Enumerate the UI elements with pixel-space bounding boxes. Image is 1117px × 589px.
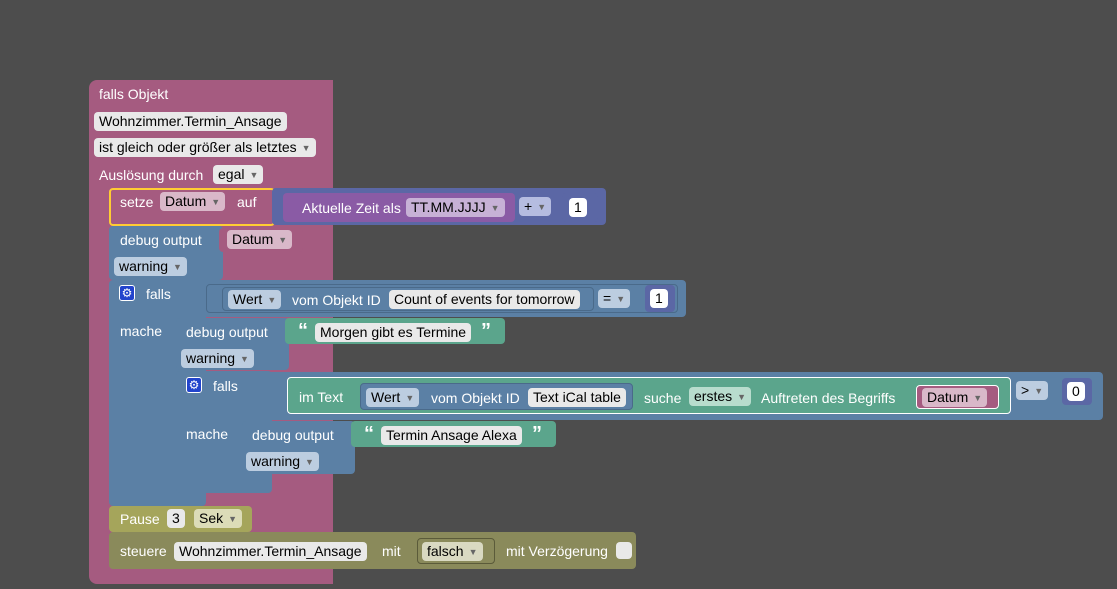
if1-do-label: mache	[120, 323, 163, 339]
pause-unit-dropdown[interactable]: Sek ▼	[194, 509, 243, 528]
chevron-down-icon: ▼	[537, 202, 547, 212]
control-value: falsch	[427, 543, 464, 559]
chevron-down-icon: ▼	[240, 354, 249, 364]
control-delay-label: mit Verzögerung	[506, 543, 608, 559]
gear-icon[interactable]: ⚙	[186, 377, 202, 393]
chevron-down-icon: ▼	[249, 170, 259, 180]
debug1-var-dropdown[interactable]: Datum ▼	[227, 230, 293, 249]
if2-occurrence-dropdown[interactable]: erstes ▼	[689, 387, 752, 406]
set-label: setze	[120, 194, 154, 210]
chevron-down-icon: ▼	[305, 457, 314, 467]
if2-prop-value: Wert	[371, 389, 401, 405]
debug2-level-dropdown[interactable]: warning ▼	[181, 349, 254, 368]
if2-op-dropdown[interactable]: > ▼	[1016, 381, 1049, 400]
chevron-down-icon: ▼	[301, 143, 311, 153]
if2-do-label: mache	[186, 426, 229, 442]
if1-prop-dropdown[interactable]: Wert ▼	[228, 290, 282, 309]
trigger-condition-dropdown[interactable]: ist gleich oder größer als letztes ▼	[94, 138, 316, 157]
control-with-label: mit	[382, 543, 401, 559]
chevron-down-icon: ▼	[973, 393, 983, 403]
time-format-value: TT.MM.JJJJ	[411, 199, 486, 215]
trigger-condition-value: ist gleich oder größer als letztes	[99, 139, 297, 155]
if2-op-value: >	[1021, 382, 1030, 398]
to-label: auf	[237, 194, 257, 210]
chevron-down-icon: ▼	[737, 392, 747, 402]
trigger-object-field[interactable]: Wohnzimmer.Termin_Ansage	[94, 112, 287, 131]
debug1-var-value: Datum	[232, 231, 274, 247]
if2-search-label: suche	[644, 390, 682, 406]
if2-term-dropdown[interactable]: Datum ▼	[922, 388, 988, 407]
if1-label: falls	[146, 286, 171, 302]
chevron-down-icon: ▼	[490, 203, 500, 213]
control-object-field[interactable]: Wohnzimmer.Termin_Ansage	[174, 542, 367, 561]
debug1-label: debug output	[120, 232, 202, 248]
debug2-level-value: warning	[186, 350, 236, 366]
chevron-down-icon: ▼	[1034, 386, 1044, 396]
ack-dropdown[interactable]: egal ▼	[213, 165, 264, 184]
set-variable-dropdown[interactable]: Datum ▼	[160, 192, 226, 211]
time-label: Aktuelle Zeit als	[302, 200, 401, 216]
delay-checkbox[interactable]	[616, 542, 632, 559]
time-format-dropdown[interactable]: TT.MM.JJJJ ▼	[406, 198, 505, 217]
chevron-down-icon: ▼	[211, 197, 221, 207]
chevron-down-icon: ▼	[616, 294, 626, 304]
if1-prop-value: Wert	[233, 291, 263, 307]
pause-unit-value: Sek	[199, 510, 224, 526]
math-op-value: +	[524, 198, 533, 214]
pause-label: Pause	[120, 511, 160, 527]
control-label: steuere	[120, 543, 167, 559]
chevron-down-icon: ▼	[405, 393, 415, 403]
chevron-down-icon: ▼	[468, 547, 478, 557]
math-op-dropdown[interactable]: + ▼	[519, 197, 552, 216]
close-quote-icon: ”	[532, 423, 542, 445]
trigger-header: falls Objekt	[99, 86, 169, 102]
ack-label: Auslösung durch	[99, 167, 204, 183]
set-variable-value: Datum	[165, 193, 207, 209]
if2-occurrence-label: Auftreten des Begriffs	[761, 390, 896, 406]
chevron-down-icon: ▼	[278, 235, 288, 245]
chevron-down-icon: ▼	[173, 262, 182, 272]
debug3-level-value: warning	[251, 453, 301, 469]
if2-object-field[interactable]: Text iCal table	[528, 388, 626, 407]
debug2-text-field[interactable]: Morgen gibt es Termine	[315, 323, 472, 342]
if1-object-field[interactable]: Count of events for tomorrow	[389, 290, 580, 309]
ack-value: egal	[218, 166, 245, 182]
if2-label: falls	[213, 378, 238, 394]
pause-value-field[interactable]: 3	[167, 509, 185, 528]
debug1-level-value: warning	[119, 258, 169, 274]
amount-field[interactable]: 1	[569, 198, 587, 217]
debug1-level-dropdown[interactable]: warning ▼	[114, 257, 187, 276]
if1-value-field[interactable]: 1	[650, 289, 668, 308]
if2-from-label: vom Objekt ID	[431, 390, 520, 406]
close-quote-icon: ”	[481, 320, 491, 342]
debug2-label: debug output	[186, 324, 268, 340]
if1-op-value: =	[603, 290, 612, 306]
if1-from-label: vom Objekt ID	[292, 292, 381, 308]
if2-prop-dropdown[interactable]: Wert ▼	[366, 388, 420, 407]
open-quote-icon: “	[364, 423, 374, 445]
if2-occurrence-value: erstes	[694, 388, 733, 404]
debug3-text-field[interactable]: Termin Ansage Alexa	[381, 426, 522, 445]
chevron-down-icon: ▼	[228, 514, 238, 524]
open-quote-icon: “	[298, 320, 308, 342]
if2-term-value: Datum	[927, 389, 969, 405]
if2-value-field[interactable]: 0	[1067, 382, 1085, 401]
if2-in-text-label: im Text	[299, 389, 344, 405]
if1-op-dropdown[interactable]: = ▼	[598, 289, 631, 308]
debug3-level-dropdown[interactable]: warning ▼	[246, 452, 319, 471]
gear-icon[interactable]: ⚙	[119, 285, 135, 301]
control-value-dropdown[interactable]: falsch ▼	[422, 542, 483, 561]
debug3-label: debug output	[252, 427, 334, 443]
chevron-down-icon: ▼	[267, 295, 277, 305]
